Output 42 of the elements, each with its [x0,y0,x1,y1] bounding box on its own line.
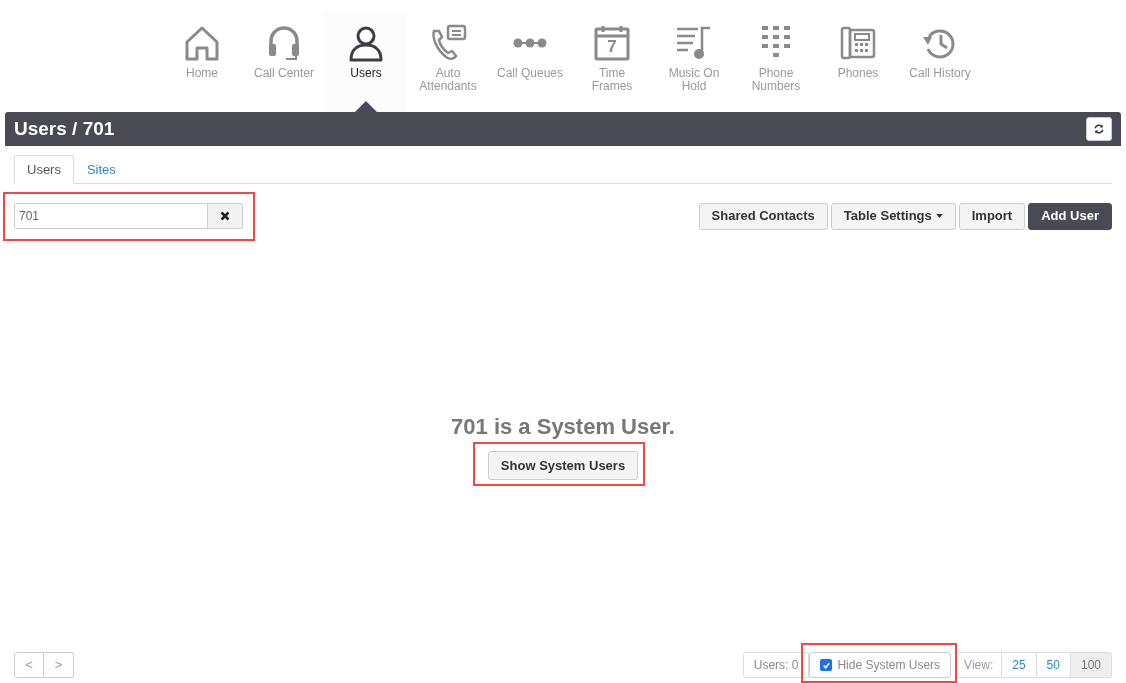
nav-label: Auto Attendants [419,67,477,93]
clear-button[interactable] [208,203,243,229]
tab[interactable]: Users [14,155,74,184]
page-title: Users / 701 [14,116,115,141]
refresh-icon [1093,123,1105,135]
hide-system-users-checkbox[interactable]: Hide System Users [809,652,952,678]
nav-label: Home [186,67,218,80]
nav-item[interactable]: Phone Numbers [735,12,817,112]
tab[interactable]: Sites [73,155,129,184]
nav-item[interactable]: 7 Time Frames [571,12,653,112]
dots-icon [513,38,547,48]
nav-item[interactable]: Call Center [243,12,325,112]
nav-label: Music On Hold [667,67,721,93]
next-page-button[interactable]: > [44,652,74,678]
nav-label: Phone Numbers [750,67,802,93]
status-message: 701 is a System User. [451,413,675,441]
nav-label: Call Center [254,67,314,80]
close-icon [220,211,230,221]
page-size-button[interactable]: 100 [1070,652,1112,678]
nav-label: Phones [837,67,879,80]
prev-page-button[interactable]: < [14,652,44,678]
action-button[interactable]: Add User [1028,202,1112,230]
dropdown-button[interactable]: Table Settings [830,202,956,230]
search-field[interactable]: 701 [14,203,208,229]
nav-item[interactable]: Music On Hold [653,12,735,112]
nav-item[interactable]: Home [161,12,243,112]
nav-item[interactable]: Call History [899,12,981,112]
action-button[interactable]: Shared Contacts [698,202,828,230]
page-size-button[interactable]: 25 [1002,652,1037,678]
nav-item[interactable]: Call Queues [489,12,571,112]
nav-label: Call History [909,67,971,80]
nav-label: Time Frames [590,67,634,93]
nav-label: Users [350,67,382,80]
nav-item[interactable]: Auto Attendants [407,12,489,112]
caret-icon [935,214,943,218]
checkbox[interactable] [820,659,833,671]
page-size-button[interactable]: 50 [1036,652,1071,678]
refresh-button[interactable] [1086,117,1112,141]
action-button[interactable]: Import [958,202,1026,230]
show-system-users-button[interactable]: Show System Users [487,451,639,480]
nav-label: Call Queues [496,67,563,80]
nav-item[interactable]: Phones [817,12,899,112]
